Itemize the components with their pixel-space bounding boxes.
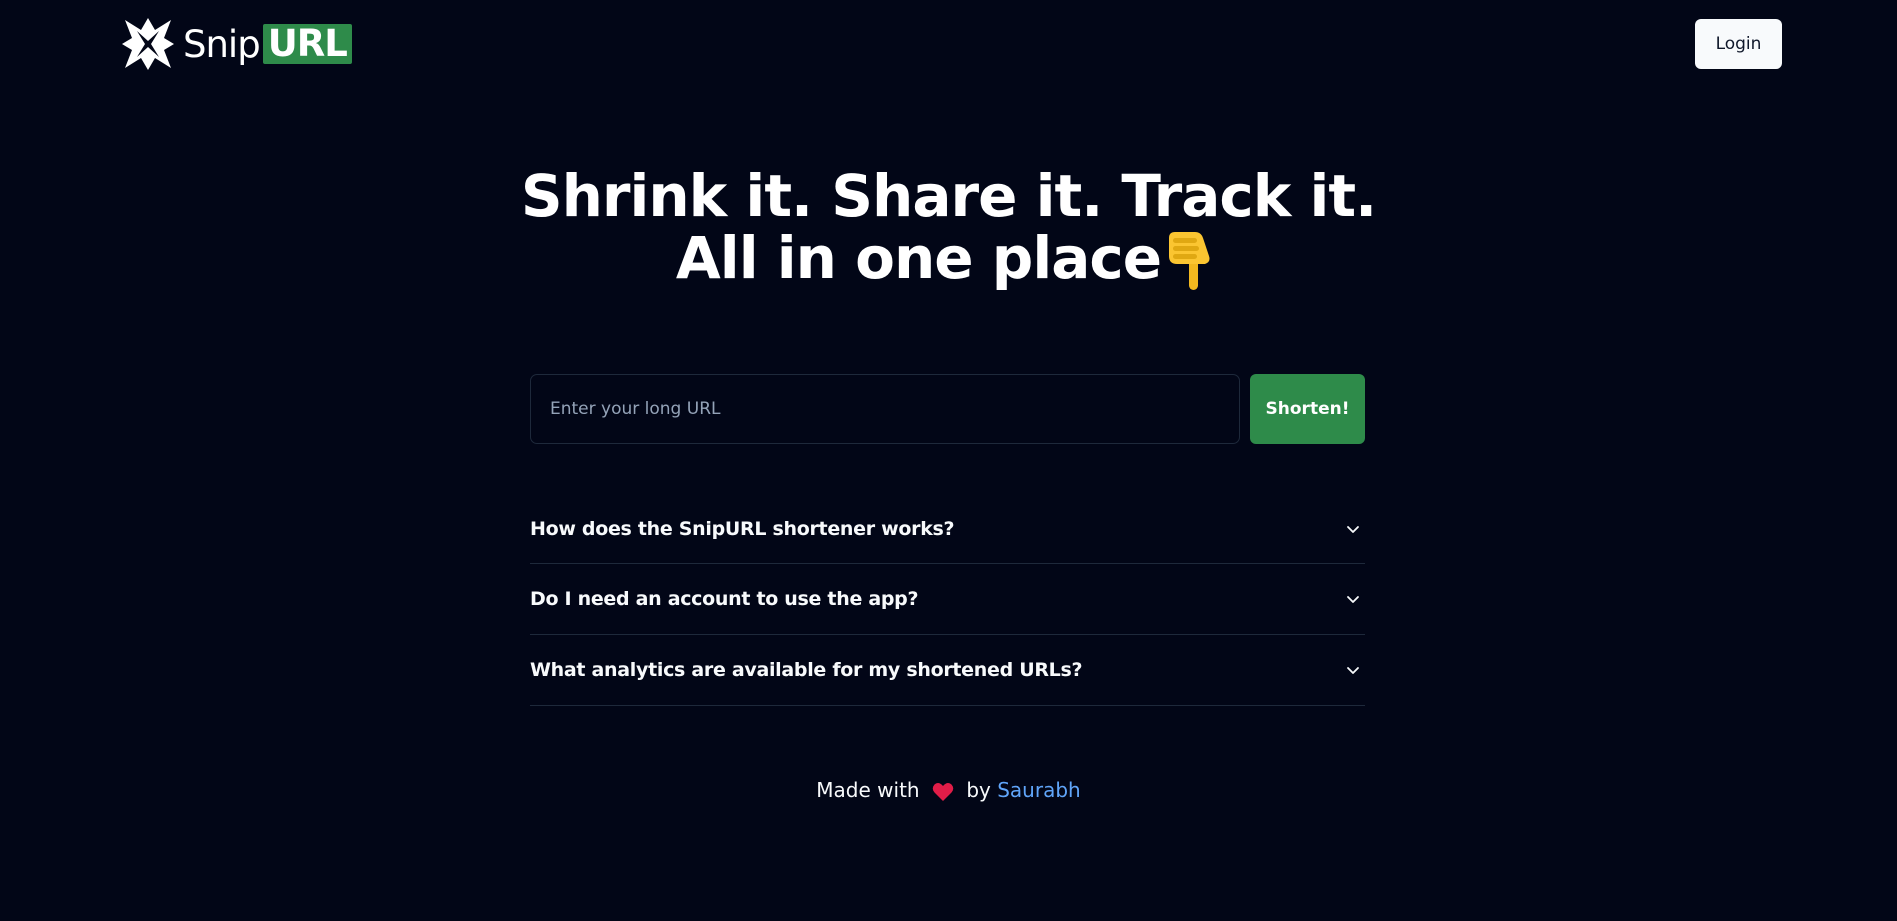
pointing-down-hand-icon [1169,231,1210,290]
header: Snip URL Login [0,0,1897,90]
hero-line-2-text: All in one place [675,224,1162,292]
footer-by: by [966,778,991,802]
chevron-down-icon [1347,596,1359,603]
footer-prefix: Made with [816,778,920,802]
logo[interactable]: Snip URL [121,17,352,71]
hero-line-1: Shrink it. Share it. Track it. [520,162,1377,230]
login-button[interactable]: Login [1695,19,1782,69]
faq-item[interactable]: Do I need an account to use the app? [530,564,1365,635]
shorten-form: Shorten! [530,374,1365,444]
shorten-button[interactable]: Shorten! [1250,374,1365,444]
faq-question: How does the SnipURL shortener works? [530,517,955,540]
faq-item[interactable]: What analytics are available for my shor… [530,635,1365,706]
hero-heading: Shrink it. Share it. Track it. All in on… [0,165,1897,294]
star-x-logo-icon [122,18,174,70]
heart-icon [932,782,954,801]
chevron-down-icon [1347,667,1359,674]
faq-item[interactable]: How does the SnipURL shortener works? [530,494,1365,564]
faq-question: What analytics are available for my shor… [530,659,1083,681]
footer: Made with by Saurabh [0,778,1897,802]
logo-text-main: Snip [183,22,261,66]
author-link[interactable]: Saurabh [997,778,1080,802]
faq-question: Do I need an account to use the app? [530,588,919,610]
faq-accordion: How does the SnipURL shortener works? Do… [530,494,1365,706]
long-url-input[interactable] [530,374,1240,444]
chevron-down-icon [1347,525,1359,533]
hero-line-2: All in one place [0,227,1897,294]
logo-text-highlight: URL [262,24,352,64]
logo-text: Snip URL [183,23,352,66]
